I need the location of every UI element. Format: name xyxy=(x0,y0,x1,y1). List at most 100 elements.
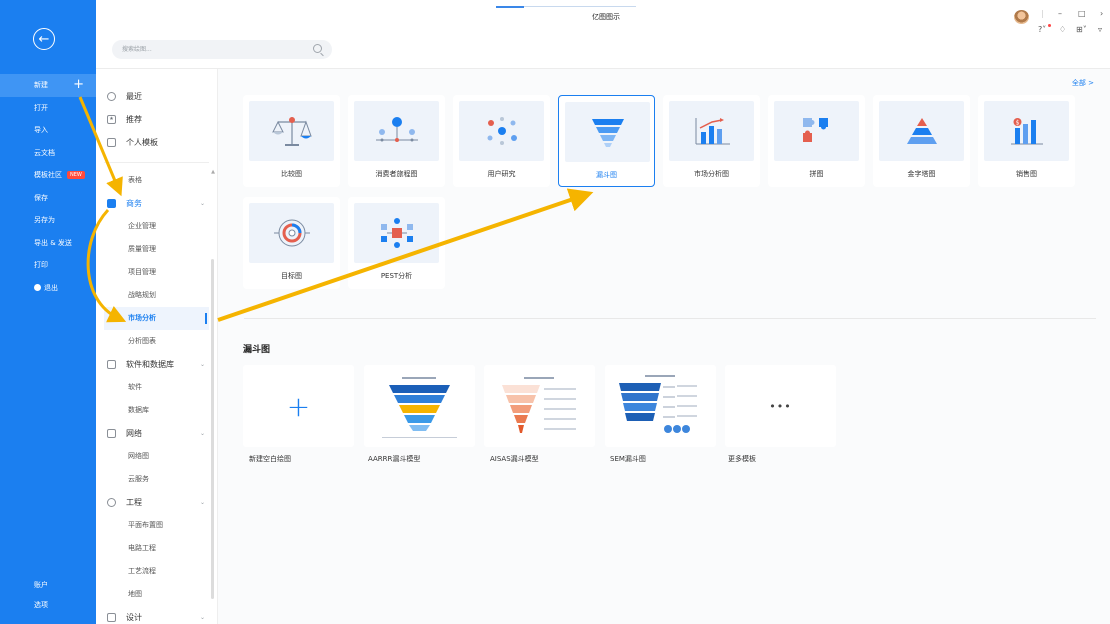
card-user-research[interactable]: 用户研究 xyxy=(453,95,550,187)
help-icon[interactable]: ?˅ xyxy=(1038,25,1046,34)
category-recommended[interactable]: ★ 推荐 xyxy=(96,108,217,131)
category-personal-templates[interactable]: 个人模板 xyxy=(96,131,217,154)
pyramid-icon xyxy=(879,101,964,161)
plus-icon[interactable]: + xyxy=(73,74,84,97)
card-sales[interactable]: $ 销售图 xyxy=(978,95,1075,187)
subcategory-market-analysis[interactable]: 市场分析 xyxy=(104,307,209,330)
top-bar: 亿图图示 | – □ › ?˅ ♢ ⊞˅ ▿ xyxy=(96,0,1110,69)
subcategory-floor-plan[interactable]: 平面布置图 xyxy=(96,514,217,537)
card-pyramid[interactable]: 金字塔图 xyxy=(873,95,970,187)
card-label: 用户研究 xyxy=(487,170,516,178)
category-personal-templates-label: 个人模板 xyxy=(126,138,158,147)
card-puzzle[interactable]: 拼图 xyxy=(768,95,865,187)
subcategory-software[interactable]: 软件 xyxy=(96,376,217,399)
bell-icon[interactable]: ♢ xyxy=(1059,25,1066,34)
template-sem-funnel[interactable] xyxy=(605,365,716,447)
restore-icon[interactable]: □ xyxy=(1078,9,1086,18)
category-business[interactable]: 商务 ⌄ xyxy=(96,192,217,215)
section-title: 漏斗图 xyxy=(243,345,271,355)
category-network[interactable]: 网络 ⌄ xyxy=(96,422,217,445)
left-menu-import[interactable]: 导入 xyxy=(0,119,96,142)
category-design[interactable]: 设计 ⌄ xyxy=(96,606,217,624)
category-recommended-label: 推荐 xyxy=(126,115,142,124)
subcategory-project-management[interactable]: 项目管理 xyxy=(96,261,217,284)
category-software-database[interactable]: 软件和数据库 ⌄ xyxy=(96,353,217,376)
left-menu-export-send-label: 导出 & 发送 xyxy=(34,238,72,247)
subcategory-map[interactable]: 地图 xyxy=(96,583,217,606)
left-menu-exit-label: 退出 xyxy=(44,283,58,292)
chevron-down-icon[interactable]: ⌄ xyxy=(200,491,205,514)
user-research-icon xyxy=(459,101,544,161)
design-icon xyxy=(107,613,116,622)
avatar[interactable] xyxy=(1014,10,1029,24)
subcategory-quality-management[interactable]: 质量管理 xyxy=(96,238,217,261)
template-aisas-funnel[interactable] xyxy=(484,365,595,447)
chevron-down-icon[interactable]: ⌄ xyxy=(200,422,205,445)
exit-icon xyxy=(34,283,41,291)
subcategory-analysis-charts[interactable]: 分析图表 xyxy=(96,330,217,353)
search-box[interactable] xyxy=(112,40,332,59)
left-menu-account[interactable]: 账户 xyxy=(0,575,96,595)
svg-text:$: $ xyxy=(1015,120,1019,127)
shirt-icon[interactable]: ▿ xyxy=(1098,25,1102,34)
category-scrollbar[interactable] xyxy=(211,259,214,599)
card-label: 销售图 xyxy=(1016,170,1037,178)
search-input[interactable] xyxy=(112,40,292,59)
left-menu-template-community[interactable]: 模板社区 NEW xyxy=(0,164,96,187)
view-all-link[interactable]: 全部 > xyxy=(1072,78,1094,88)
left-menu-print[interactable]: 打印 xyxy=(0,254,96,277)
chevron-down-icon[interactable]: ⌄ xyxy=(200,606,205,624)
left-menu-import-label: 导入 xyxy=(34,126,48,134)
card-pest[interactable]: PEST分析 xyxy=(348,197,445,289)
search-icon[interactable] xyxy=(313,44,322,53)
close-icon[interactable]: › xyxy=(1100,9,1103,18)
subcategory-process-flow[interactable]: 工艺流程 xyxy=(96,560,217,583)
chevron-down-icon[interactable]: ⌄ xyxy=(200,192,205,215)
card-label: 比较图 xyxy=(281,170,302,178)
left-menu-open[interactable]: 打开 xyxy=(0,97,96,120)
left-menu-options[interactable]: 选项 xyxy=(0,595,96,615)
card-label: 市场分析图 xyxy=(694,170,729,178)
template-more[interactable]: ••• xyxy=(725,365,836,447)
new-badge: NEW xyxy=(67,171,85,179)
left-menu-print-label: 打印 xyxy=(34,261,48,269)
content-area: 全部 > 比较图 消费者旅程图 用户研究 漏斗图 市场分析图 拼图 金字塔图 $… xyxy=(218,69,1110,624)
card-consumer-journey[interactable]: 消费者旅程图 xyxy=(348,95,445,187)
card-comparison[interactable]: 比较图 xyxy=(243,95,340,187)
left-menu-cloud-docs[interactable]: 云文档 xyxy=(0,142,96,165)
divider-icon: | xyxy=(1041,9,1044,18)
subcategory-network-diagram[interactable]: 网络图 xyxy=(96,445,217,468)
template-label: AISAS漏斗模型 xyxy=(490,455,539,463)
card-target[interactable]: 目标图 xyxy=(243,197,340,289)
subcategory-cloud-service[interactable]: 云服务 xyxy=(96,468,217,491)
category-divider xyxy=(104,162,209,163)
left-menu: 新建 + 打开 导入 云文档 模板社区 NEW 保存 另存为 导出 & 发送 打印… xyxy=(0,74,96,299)
category-table[interactable]: 表格 xyxy=(96,169,217,192)
left-menu-exit[interactable]: 退出 xyxy=(0,277,96,300)
subcategory-strategic-planning[interactable]: 战略规划 xyxy=(96,284,217,307)
template-new-blank[interactable]: + xyxy=(243,365,354,447)
star-icon: ★ xyxy=(107,115,116,124)
subcategory-enterprise-management[interactable]: 企业管理 xyxy=(96,215,217,238)
left-menu-save[interactable]: 保存 xyxy=(0,187,96,210)
card-market-analysis[interactable]: 市场分析图 xyxy=(663,95,760,187)
left-menu-new[interactable]: 新建 + xyxy=(0,74,96,97)
aarrr-funnel-thumbnail xyxy=(382,377,457,438)
left-menu-save-as[interactable]: 另存为 xyxy=(0,209,96,232)
subcategory-database[interactable]: 数据库 xyxy=(96,399,217,422)
back-arrow-icon[interactable]: ← xyxy=(33,28,55,50)
category-engineering[interactable]: 工程 ⌄ xyxy=(96,491,217,514)
left-menu-export-send[interactable]: 导出 & 发送 xyxy=(0,232,96,255)
left-menu-account-label: 账户 xyxy=(34,581,48,589)
card-funnel[interactable]: 漏斗图 xyxy=(558,95,655,187)
category-network-label: 网络 xyxy=(126,429,142,438)
card-label: 消费者旅程图 xyxy=(375,170,418,178)
category-recent[interactable]: 最近 xyxy=(96,85,217,108)
scroll-up-icon[interactable]: ▲ xyxy=(211,169,215,175)
minimize-icon[interactable]: – xyxy=(1058,9,1062,18)
apps-icon[interactable]: ⊞˅ xyxy=(1076,25,1087,34)
category-software-database-label: 软件和数据库 xyxy=(126,360,174,369)
template-aarrr-funnel[interactable] xyxy=(364,365,475,447)
chevron-down-icon[interactable]: ⌄ xyxy=(200,353,205,376)
subcategory-circuit-engineering[interactable]: 电路工程 xyxy=(96,537,217,560)
